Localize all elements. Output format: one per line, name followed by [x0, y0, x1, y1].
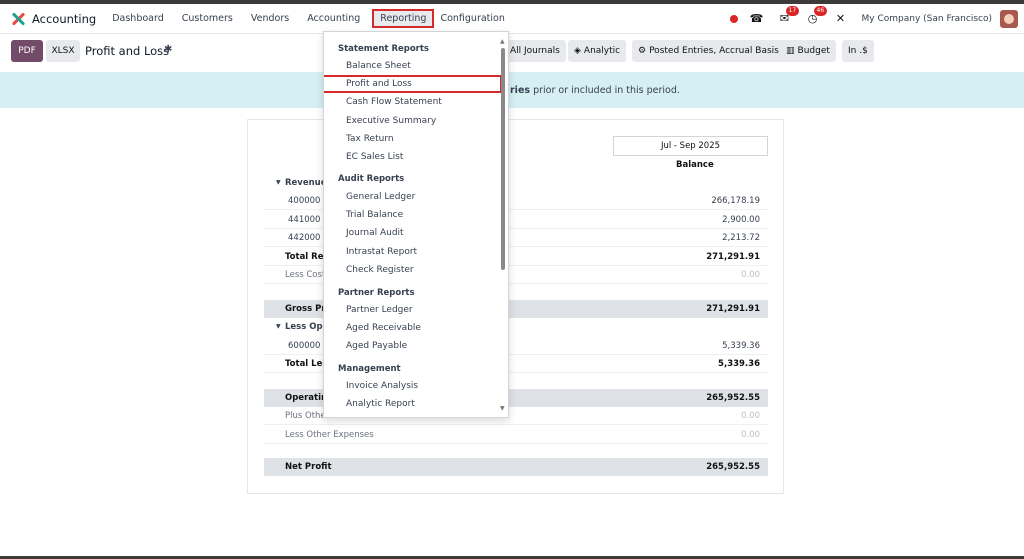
company-switcher[interactable]: My Company (San Francisco) [862, 14, 992, 24]
app-brand[interactable]: Accounting [10, 11, 96, 27]
menu-item-invoice-analysis[interactable]: Invoice Analysis [324, 377, 500, 395]
nav-dashboard[interactable]: Dashboard [110, 10, 166, 27]
caret-down-icon[interactable]: ▼ [276, 318, 281, 336]
report-row-value: 271,291.91 [706, 252, 760, 262]
report-row-label: Revenue [285, 178, 327, 188]
report-row-value: 0.00 [741, 411, 760, 421]
chat-icon[interactable]: ✉ 17 [778, 6, 800, 26]
menu-item-partner-ledger[interactable]: Partner Ledger [324, 301, 500, 319]
reporting-dropdown-menu: Statement Reports Balance Sheet Profit and… [323, 31, 509, 418]
gear-icon[interactable]: ✱ [164, 44, 172, 55]
app-name: Accounting [32, 11, 97, 26]
report-row[interactable]: Net Profit 265,952.55 [264, 458, 768, 476]
chat-badge: 17 [785, 6, 800, 16]
menu-item-ec-sales-list[interactable]: EC Sales List [324, 148, 500, 166]
menu-item-executive-summary[interactable]: Executive Summary [324, 112, 500, 130]
report-row-value: 265,952.55 [706, 462, 760, 472]
dropdown-section-header: Partner Reports [338, 288, 415, 298]
menu-item-general-ledger[interactable]: General Ledger [324, 188, 500, 206]
dropdown-section-header: Statement Reports [338, 44, 429, 54]
caret-down-icon[interactable]: ▼ [276, 174, 281, 192]
xlsx-button[interactable]: XLSX [46, 40, 80, 62]
dropdown-section-header: Audit Reports [338, 174, 405, 184]
pdf-button[interactable]: PDF [11, 40, 43, 62]
menu-item-profit-and-loss[interactable]: Profit and Loss [324, 75, 502, 94]
nav-accounting[interactable]: Accounting [305, 10, 362, 27]
journals-filter-label: All Journals [510, 46, 560, 56]
balance-column-header: Balance [676, 160, 714, 170]
report-row-label: Less Other Expenses [285, 430, 374, 440]
accounting-logo-icon [10, 11, 26, 27]
user-avatar[interactable] [1000, 10, 1018, 28]
posted-entries-filter-label: Posted Entries, Accrual Basis [649, 46, 779, 56]
menu-item-trial-balance[interactable]: Trial Balance [324, 206, 500, 224]
menu-item-journal-audit[interactable]: Journal Audit [324, 224, 500, 242]
dropdown-scrollbar[interactable]: ▲ ▼ [500, 38, 506, 412]
control-panel: PDF XLSX Profit and Loss ✱ All Journals … [0, 36, 1024, 68]
menu-item-aged-payable[interactable]: Aged Payable [324, 337, 500, 355]
scroll-up-icon[interactable]: ▲ [500, 38, 505, 45]
report-row-value: 0.00 [741, 270, 760, 280]
top-navbar: Accounting Dashboard Customers Vendors A… [0, 4, 1024, 34]
page-title: Profit and Loss [85, 44, 170, 58]
activity-clock-icon[interactable]: ◷ 46 [806, 6, 828, 26]
report-row-value: 266,178.19 [711, 196, 760, 206]
report-row-value: 265,952.55 [706, 393, 760, 403]
info-banner: ries prior or included in this period. [0, 72, 1024, 108]
recording-status-icon[interactable] [729, 15, 738, 23]
banner-text: ries prior or included in this period. [510, 85, 680, 96]
period-header[interactable]: Jul - Sep 2025 [613, 136, 768, 156]
nav-vendors[interactable]: Vendors [249, 10, 291, 27]
report-row-label: Net Profit [285, 462, 332, 472]
bar-chart-icon: ▥ [786, 46, 795, 56]
report-row-value: 271,291.91 [706, 304, 760, 314]
currency-filter-button[interactable]: In .$ [842, 40, 874, 62]
menu-item-analytic-report[interactable]: Analytic Report [324, 395, 500, 413]
menu-item-tax-return[interactable]: Tax Return [324, 130, 500, 148]
posted-entries-filter-button[interactable]: ⚙ Posted Entries, Accrual Basis [632, 40, 785, 62]
report-row-value: 2,213.72 [722, 233, 760, 243]
banner-bold-text: ries [510, 85, 531, 96]
banner-rest-text: prior or included in this period. [530, 85, 680, 96]
nav-reporting[interactable]: Reporting [372, 9, 435, 28]
scroll-down-icon[interactable]: ▼ [500, 405, 505, 412]
analytic-filter-button[interactable]: ◈ Analytic [568, 40, 627, 62]
menu-item-aged-receivable[interactable]: Aged Receivable [324, 319, 500, 337]
report-row-value: 2,900.00 [722, 215, 760, 225]
nav-configuration[interactable]: Configuration [438, 10, 506, 27]
currency-filter-label: In .$ [848, 46, 868, 56]
stack-icon: ◈ [574, 46, 581, 56]
menu-item-check-register[interactable]: Check Register [324, 261, 500, 279]
report-row[interactable]: Less Other Expenses 0.00 [264, 426, 768, 444]
debug-tools-icon[interactable]: ✕ [834, 12, 848, 26]
menu-item-cash-flow-statement[interactable]: Cash Flow Statement [324, 93, 500, 111]
report-row-value: 5,339.36 [722, 341, 760, 351]
menu-item-balance-sheet[interactable]: Balance Sheet [324, 57, 500, 75]
menu-item-intrastat-report[interactable]: Intrastat Report [324, 243, 500, 261]
dropdown-section-header: Management [338, 364, 401, 374]
scrollbar-thumb[interactable] [501, 48, 505, 270]
budget-filter-label: Budget [797, 46, 830, 56]
budget-filter-button[interactable]: ▥ Budget [780, 40, 836, 62]
sliders-icon: ⚙ [638, 46, 647, 56]
analytic-filter-label: Analytic [583, 46, 621, 56]
report-row-value: 0.00 [741, 430, 760, 440]
report-row-value: 5,339.36 [718, 359, 760, 369]
nav-customers[interactable]: Customers [180, 10, 235, 27]
activity-badge: 46 [813, 6, 828, 16]
journals-filter-button[interactable]: All Journals [504, 40, 566, 62]
phone-icon[interactable]: ☎ [750, 12, 764, 26]
